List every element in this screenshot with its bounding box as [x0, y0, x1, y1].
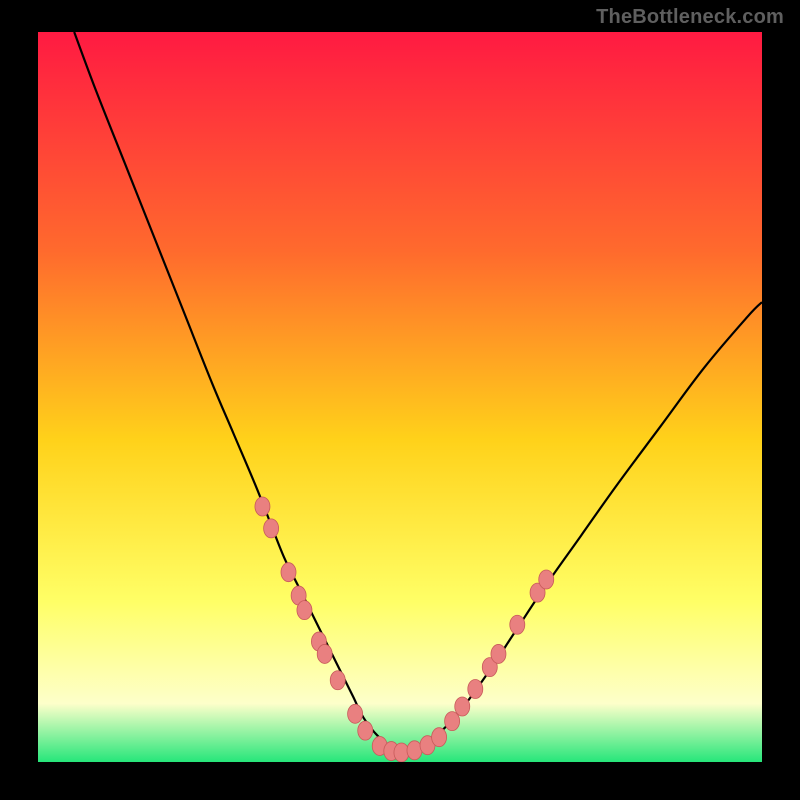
data-dot	[330, 671, 345, 690]
data-dot	[255, 497, 270, 516]
data-dot	[358, 721, 373, 740]
data-dot	[455, 697, 470, 716]
data-dot	[445, 712, 460, 731]
chart-frame: TheBottleneck.com	[0, 0, 800, 800]
data-dot	[281, 563, 296, 582]
data-dot	[468, 680, 483, 699]
data-dot	[264, 519, 279, 538]
data-dot	[394, 743, 409, 762]
watermark-label: TheBottleneck.com	[596, 6, 784, 29]
data-dot	[539, 570, 554, 589]
data-dot	[510, 615, 525, 634]
chart-svg	[38, 32, 762, 762]
gradient-background	[38, 32, 762, 762]
data-dot	[432, 728, 447, 747]
data-dot	[348, 704, 363, 723]
data-dot	[297, 601, 312, 620]
data-dot	[317, 644, 332, 663]
plot-area	[38, 32, 762, 762]
data-dot	[491, 644, 506, 663]
